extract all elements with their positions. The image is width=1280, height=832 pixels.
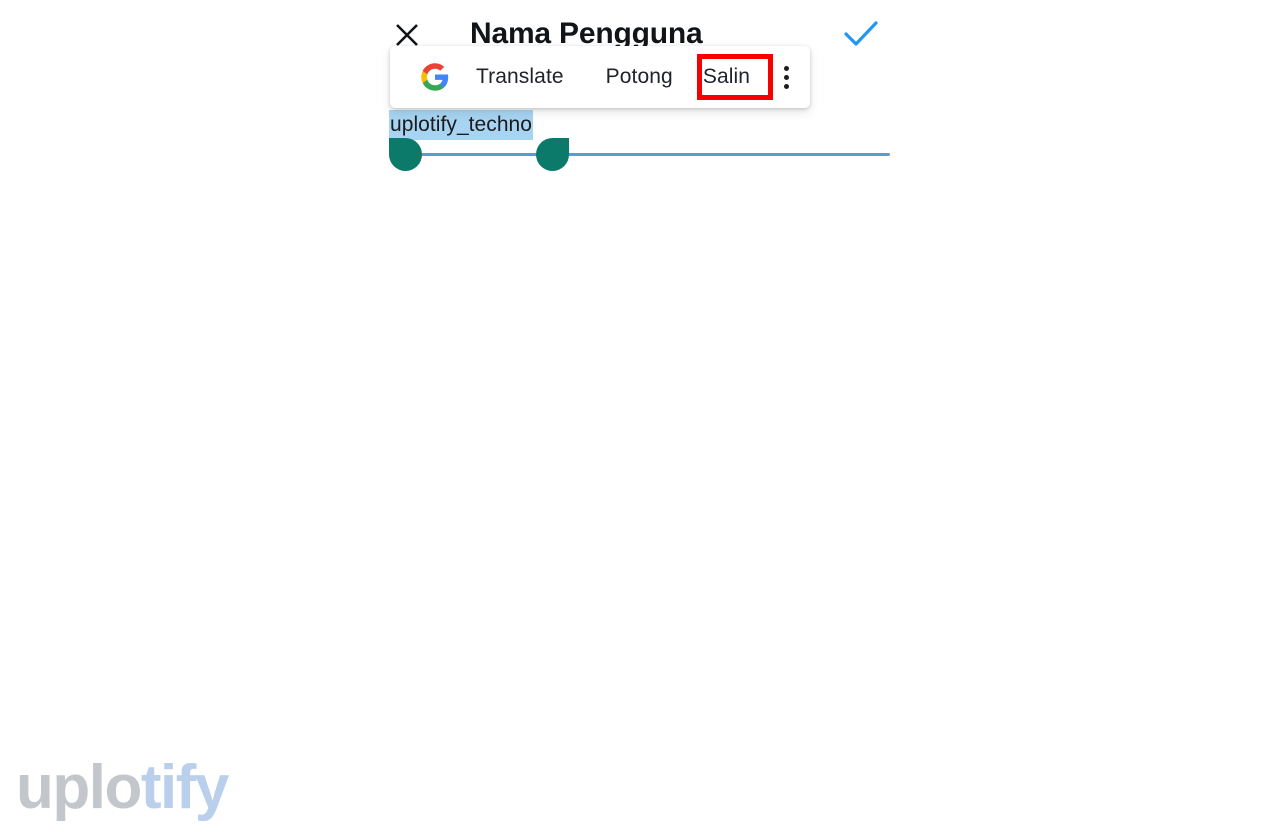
watermark-part-1: uplo: [16, 753, 142, 822]
selection-handle-end[interactable]: [536, 138, 569, 171]
screen-fragment: Nama Pengguna uplotify_techno Translate …: [0, 0, 1280, 832]
username-field-value-row[interactable]: uplotify_techno: [389, 110, 534, 140]
more-vertical-icon: [783, 65, 789, 89]
confirm-button[interactable]: [840, 14, 882, 54]
check-icon: [842, 19, 880, 49]
username-field[interactable]: uplotify_techno: [389, 110, 890, 166]
more-dot: [783, 65, 789, 71]
menu-item-potong[interactable]: Potong: [600, 60, 679, 94]
more-dot: [783, 83, 789, 89]
menu-item-salin[interactable]: Salin: [697, 60, 756, 94]
more-dot: [783, 74, 789, 80]
username-field-value[interactable]: uplotify_techno: [389, 110, 534, 140]
uplotify-watermark: uplotify: [16, 752, 230, 824]
menu-overflow-button[interactable]: [776, 58, 796, 96]
google-g-icon[interactable]: [420, 62, 450, 92]
selection-handle-start[interactable]: [389, 138, 422, 171]
text-action-menu: Translate Potong Salin: [390, 46, 810, 108]
text-field-underline: [389, 153, 890, 156]
menu-item-translate[interactable]: Translate: [470, 60, 570, 94]
menu-item-salin-container[interactable]: Salin: [696, 54, 773, 100]
watermark-part-2: tify: [140, 753, 230, 822]
